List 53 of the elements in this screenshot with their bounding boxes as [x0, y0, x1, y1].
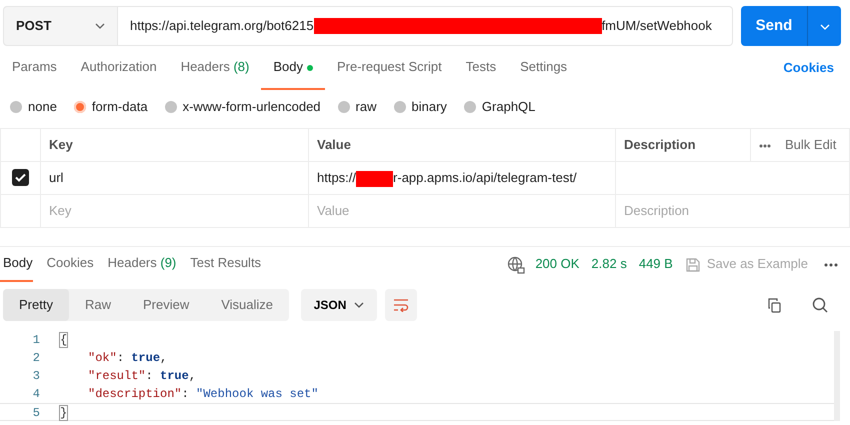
request-tab[interactable]: Authorization [68, 46, 169, 90]
caret-icon [820, 24, 830, 30]
cookies-link[interactable]: Cookies [783, 58, 834, 78]
globe-icon [507, 254, 526, 274]
value-cell: https:// [317, 170, 356, 186]
key-cell: url [49, 170, 64, 186]
request-tab[interactable]: Body [261, 46, 325, 90]
response-tab[interactable]: Headers (9) [104, 246, 176, 282]
request-tab[interactable]: Tests [454, 46, 508, 90]
code-line: "result": true, [88, 368, 196, 385]
body-type-radio[interactable]: x-www-form-urlencoded [164, 97, 321, 117]
code-line: } [60, 405, 68, 420]
response-tab[interactable]: Body [0, 246, 33, 282]
line-number: 1 [32, 332, 40, 349]
method-dropdown[interactable]: POST [3, 6, 118, 46]
view-mode-tab[interactable]: Pretty [3, 288, 69, 320]
code-line: "ok": true, [88, 350, 168, 367]
request-tab[interactable]: Params [0, 46, 69, 90]
request-tab[interactable]: Pre-request Script [324, 46, 454, 90]
status-code: 200 OK [535, 255, 580, 274]
code-line: "description": "Webhook was set" [88, 386, 318, 403]
body-type-radio[interactable]: raw [338, 97, 376, 117]
response-time: 2.82 s [591, 255, 627, 274]
line-number: 2 [32, 350, 40, 367]
body-type-radio[interactable]: form-data [74, 97, 148, 117]
column-header: Description [624, 137, 696, 152]
column-header: Key [49, 137, 73, 152]
caret-icon [354, 302, 364, 308]
view-mode-tab[interactable]: Raw [68, 288, 127, 320]
caret-icon [95, 23, 105, 29]
request-tab[interactable]: Settings [508, 46, 580, 90]
body-type-radio[interactable]: binary [394, 97, 447, 117]
row-checkbox[interactable] [12, 169, 29, 186]
value-cell: r-app.apms.io/api/telegram-test/ [393, 170, 577, 186]
check-icon [15, 173, 26, 182]
body-type-radio[interactable]: none [10, 97, 57, 117]
code-line: { [60, 332, 68, 349]
line-number: 4 [32, 386, 40, 403]
format-dropdown[interactable]: JSON [301, 288, 378, 320]
column-header: Value [317, 137, 351, 152]
body-type-radio[interactable]: GraphQL [464, 97, 536, 117]
wrap-lines-icon [393, 298, 410, 312]
wrap-lines-button[interactable] [385, 288, 418, 320]
request-tab[interactable]: Headers (8) [168, 46, 262, 90]
response-tab[interactable]: Cookies [44, 246, 94, 282]
view-mode-tab[interactable]: Visualize [205, 288, 290, 320]
response-size: 449 B [638, 255, 673, 274]
view-mode-tab[interactable]: Preview [126, 288, 206, 320]
line-number: 5 [32, 405, 40, 420]
response-tab[interactable]: Test Results [187, 246, 262, 282]
line-number: 3 [32, 368, 40, 385]
send-button[interactable]: Send [741, 6, 807, 46]
redaction-bar [356, 170, 394, 187]
